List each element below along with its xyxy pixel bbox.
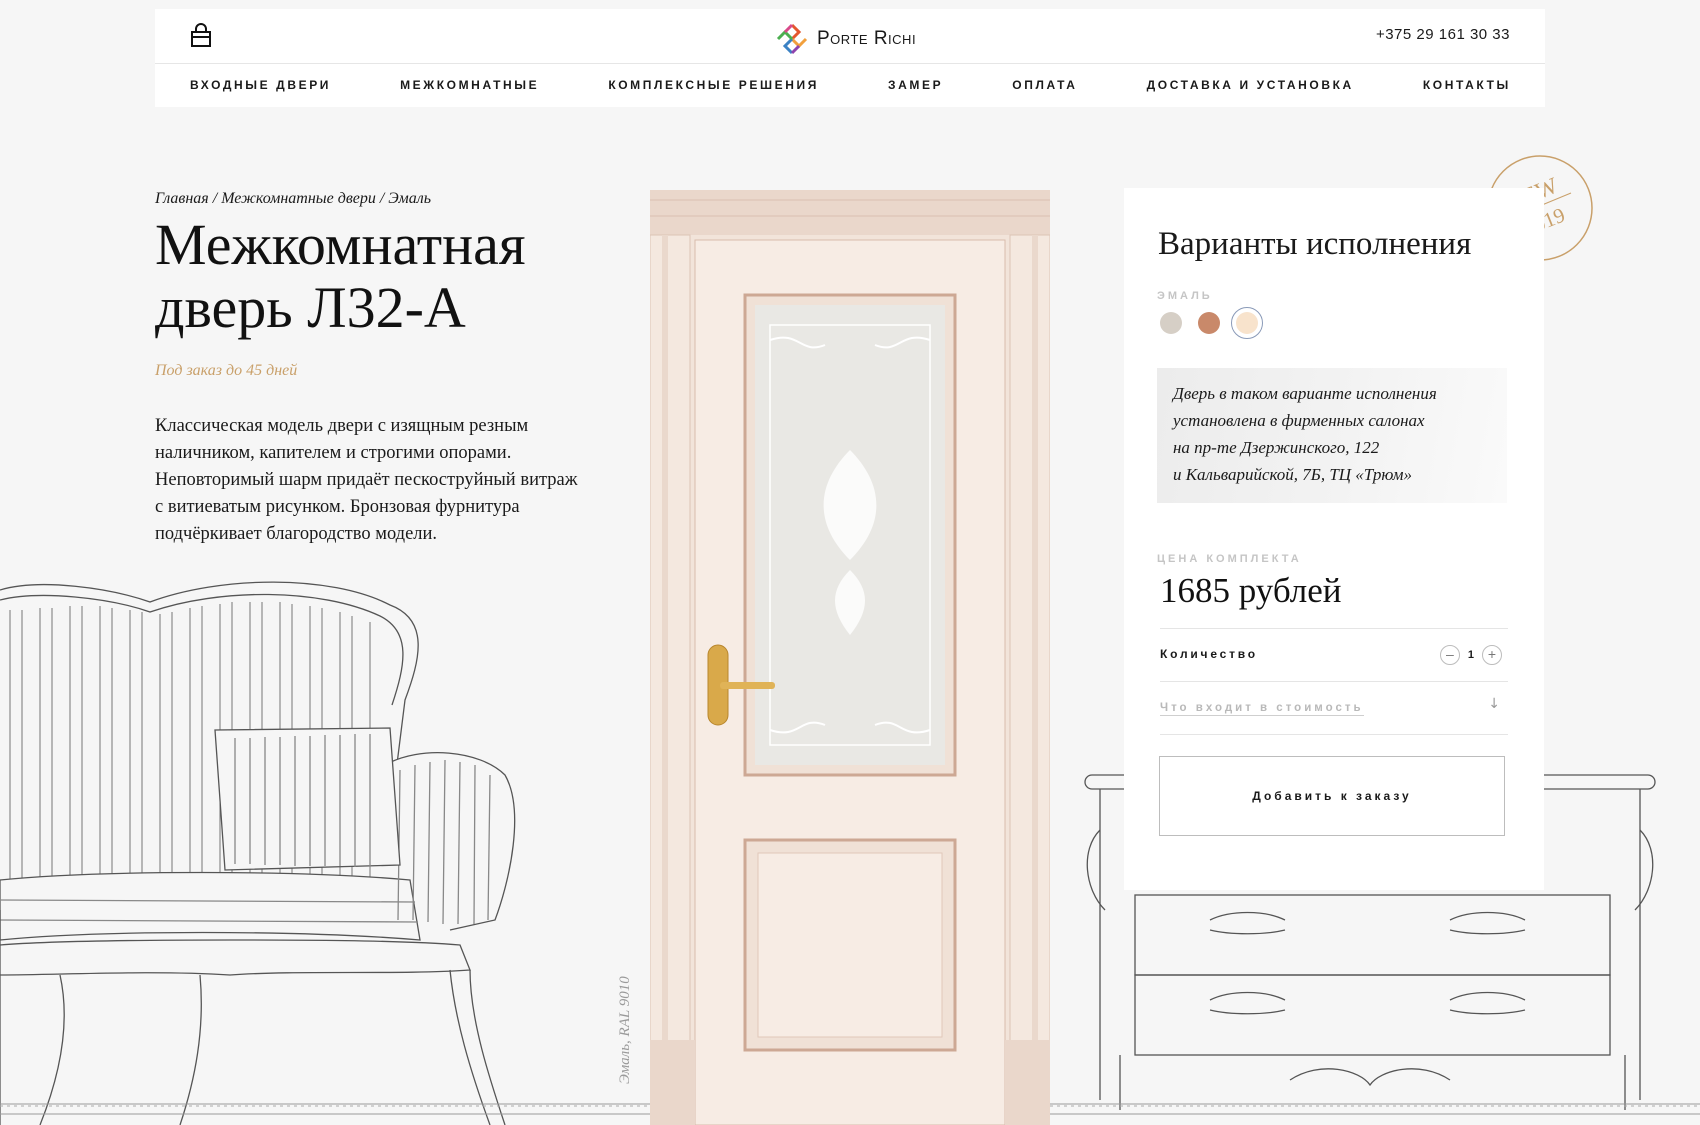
price-value: 1685 рублей <box>1160 571 1342 610</box>
card-title: Варианты исполнения <box>1158 226 1472 262</box>
includes-row: Что входит в стоимость ↓ <box>1160 681 1508 735</box>
quantity-plus-button[interactable]: + <box>1482 645 1502 665</box>
header-top-bar: Porte Richi +375 29 161 30 33 <box>155 9 1545 64</box>
color-swatches <box>1160 307 1263 339</box>
logo[interactable]: Porte Richi <box>775 22 916 56</box>
logo-text: Porte Richi <box>817 28 917 49</box>
showroom-note-text: Дверь в таком варианте исполнения устано… <box>1173 384 1437 484</box>
quantity-row: Количество – 1 + <box>1160 628 1508 681</box>
finish-label: Эмаль <box>1157 290 1213 302</box>
logo-mark-icon <box>776 23 808 55</box>
nav-complex-solutions[interactable]: Комплексные решения <box>608 78 819 92</box>
color-caption: Эмаль, RAL 9010 <box>615 948 635 1088</box>
door-image <box>650 190 1050 1125</box>
swatch-terracotta[interactable] <box>1198 312 1220 334</box>
includes-link[interactable]: Что входит в стоимость <box>1160 702 1364 716</box>
nav-delivery[interactable]: Доставка и установка <box>1147 78 1354 92</box>
sofa-illustration <box>0 581 516 1125</box>
quantity-stepper: – 1 + <box>1439 645 1502 665</box>
showroom-note: Дверь в таком варианте исполнения устано… <box>1157 368 1507 503</box>
nav-measurement[interactable]: Замер <box>888 78 943 92</box>
options-card: Варианты исполнения Эмаль Дверь в таком … <box>1124 188 1544 890</box>
product-description: Классическая модель двери с изящным резн… <box>155 416 578 544</box>
quantity-minus-button[interactable]: – <box>1439 645 1460 665</box>
price-label: Цена комплекта <box>1157 553 1302 565</box>
color-caption-text: Эмаль, RAL 9010 <box>617 976 633 1084</box>
shopping-bag-icon[interactable] <box>190 23 212 49</box>
nav-payment[interactable]: Оплата <box>1012 78 1077 92</box>
swatch-ivory[interactable] <box>1231 307 1263 339</box>
add-to-order-button[interactable]: Добавить к заказу <box>1159 756 1505 836</box>
nav-interior-doors[interactable]: Межкомнатные <box>400 78 539 92</box>
site-header: Porte Richi +375 29 161 30 33 Входные дв… <box>155 9 1545 107</box>
main-nav: Входные двери Межкомнатные Комплексные р… <box>190 78 1511 92</box>
nav-contacts[interactable]: Контакты <box>1423 78 1511 92</box>
lead-time: Под заказ до 45 дней <box>155 362 298 379</box>
arrow-down-icon[interactable]: ↓ <box>1488 696 1500 712</box>
quantity-label: Количество <box>1160 647 1258 661</box>
page-title: Межкомнатная дверь Л32-А <box>155 212 526 340</box>
quantity-value[interactable]: 1 <box>1468 649 1474 661</box>
swatch-light-grey[interactable] <box>1160 312 1182 334</box>
breadcrumb[interactable]: Главная / Межкомнатные двери / Эмаль <box>155 190 431 208</box>
nav-entrance-doors[interactable]: Входные двери <box>190 78 331 92</box>
phone-number[interactable]: +375 29 161 30 33 <box>1376 26 1510 43</box>
